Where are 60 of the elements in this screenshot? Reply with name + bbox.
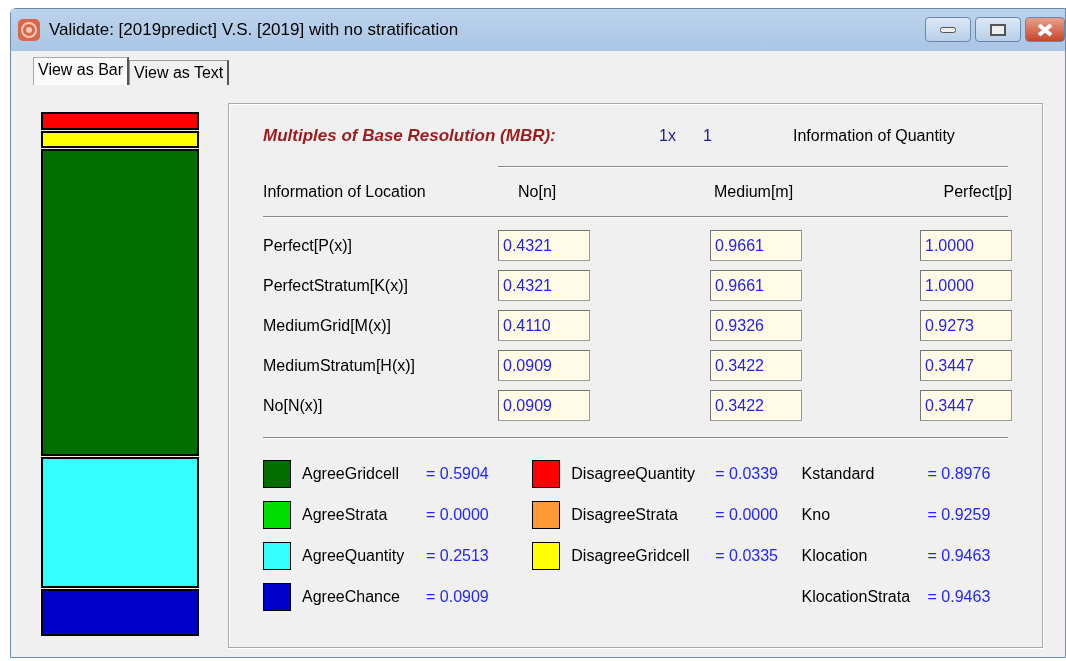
app-icon [17,18,41,42]
tab[interactable]: View as Text [129,60,230,85]
row-label: PerfectStratum[K(x)] [263,275,409,296]
column-header: No[n] [517,182,558,202]
legend-label: AgreeStrata [302,504,389,525]
legend-value: = 0.0909 [426,586,489,607]
legend-label: DisagreeQuantity [571,463,696,484]
legend-value: = 0.0000 [426,504,489,525]
window-title: Validate: [2019predict] V.S. [2019] with no stratification [49,19,459,42]
kappa-label: KlocationStrata [801,586,912,607]
value-field[interactable]: 0.3422 [710,350,802,381]
value-field[interactable]: 0.3447 [920,350,1012,381]
value-field[interactable]: 0.0909 [498,390,590,421]
mbr-value: 1 [703,126,713,146]
value-field[interactable]: 0.9661 [710,230,802,261]
legend-label: AgreeGridcell [302,463,400,484]
value-field[interactable]: 0.4321 [498,230,590,261]
value-field[interactable]: 1.0000 [920,270,1012,301]
mbr-multiplier: 1x [659,126,677,146]
maximize-button[interactable] [975,17,1021,42]
maximize-icon [990,23,1006,36]
value-field[interactable]: 0.4321 [498,270,590,301]
kappa-label: Kno [801,504,832,525]
value-field[interactable]: 0.9326 [710,310,802,341]
column-header: Medium[m] [713,182,795,202]
tab[interactable]: View as Bar [33,57,130,85]
row-label: No[N(x)] [263,395,324,416]
value-field[interactable]: 0.4110 [498,310,590,341]
row-label: Perfect[P(x)] [263,235,353,256]
legend-value: = 0.5904 [426,463,489,484]
minimize-button[interactable] [925,17,971,42]
legend-value: = 0.0000 [715,504,778,525]
legend-label: AgreeChance [302,586,401,607]
row-label: MediumStratum[H(x)] [263,355,417,376]
legend-label: AgreeQuantity [302,545,406,566]
value-field[interactable]: 1.0000 [920,230,1012,261]
value-field[interactable]: 0.3447 [920,390,1012,421]
legend-label: DisagreeStrata [571,504,679,525]
location-header: Information of Location [263,182,427,202]
legend-value: = 0.0335 [715,545,778,566]
close-button[interactable] [1025,17,1065,42]
minimize-icon [940,26,956,33]
value-field[interactable]: 0.0909 [498,350,590,381]
kappa-label: Klocation [801,545,869,566]
kappa-value: = 0.9463 [927,586,991,607]
row-label: MediumGrid[M(x)] [263,315,392,336]
legend-label: DisagreeGridcell [571,545,691,566]
value-field[interactable]: 0.9273 [920,310,1012,341]
mbr-label: Multiples of Base Resolution (MBR): [263,125,557,148]
column-header: Perfect[p] [942,182,1012,202]
kappa-value: = 0.8976 [927,463,991,484]
kappa-value: = 0.9259 [927,504,991,525]
quantity-header: Information of Quantity [793,126,955,146]
legend-value: = 0.2513 [426,545,489,566]
kappa-value: = 0.9463 [927,545,991,566]
value-field[interactable]: 0.3422 [710,390,802,421]
legend-value: = 0.0339 [715,463,778,484]
value-field[interactable]: 0.9661 [710,270,802,301]
kappa-label: Kstandard [801,463,876,484]
close-icon [1037,22,1053,37]
